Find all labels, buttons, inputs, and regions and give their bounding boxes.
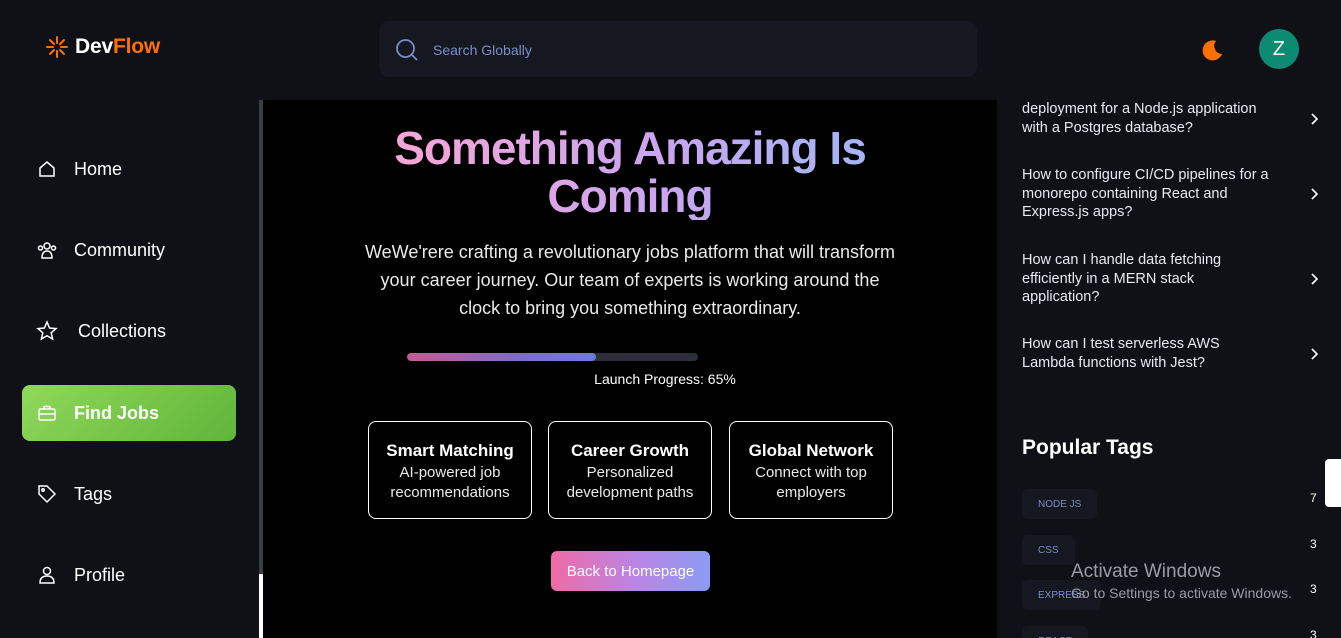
sidebar-item-tags[interactable]: Tags: [22, 466, 236, 522]
feature-title: Career Growth: [570, 441, 690, 460]
page-scroll-handle[interactable]: [1325, 459, 1341, 507]
feature-card-global-network: Global Network Connect with top employer…: [729, 421, 893, 519]
star-icon: [36, 320, 58, 342]
hero-description: WeWe'rere crafting a revolutionary jobs …: [365, 242, 895, 318]
feature-card-career-growth: Career Growth Personalized development p…: [548, 421, 712, 519]
hero-title: Something Amazing Is Coming: [263, 124, 997, 220]
feature-card-smart-matching: Smart Matching AI-powered job recommenda…: [368, 421, 532, 519]
feature-title: Global Network: [748, 441, 874, 460]
tag-count: 3: [1310, 537, 1317, 551]
global-search: [379, 21, 977, 77]
tag-count: 3: [1310, 628, 1317, 638]
popular-tags-title: Popular Tags: [1022, 436, 1154, 459]
hero-title-line2: Coming: [547, 170, 713, 222]
feature-title: Smart Matching: [386, 441, 514, 460]
chevron-right-icon: [1311, 188, 1319, 200]
left-sidebar: Home Community Collections Find Jobs Tag…: [0, 100, 260, 638]
feature-description: Personalized development paths: [566, 464, 694, 501]
main-content: Something Amazing Is Coming WeWe'rere cr…: [263, 100, 997, 638]
sidebar-item-label: Community: [74, 239, 166, 260]
tag-count: 3: [1310, 582, 1317, 596]
hot-question-text: How can I test serverless AWS Lambda fun…: [1022, 336, 1220, 371]
sidebar-item-profile[interactable]: Profile: [22, 547, 236, 603]
user-icon: [36, 564, 58, 586]
logo[interactable]: Dev Flow: [45, 35, 160, 59]
moon-icon[interactable]: [1200, 37, 1226, 63]
chevron-right-icon: [1311, 112, 1319, 125]
top-header: DevFlow Z: [0, 0, 1341, 100]
sidebar-item-find-jobs[interactable]: Find Jobs: [22, 385, 236, 441]
hot-question-item[interactable]: How can I handle data fetching efficient…: [1022, 251, 1322, 307]
right-sidebar: deployment for a Node.js application wit…: [997, 100, 1341, 638]
logo-burst-icon: [46, 36, 68, 58]
launch-progress-fill: [407, 353, 597, 361]
search-icon: [396, 39, 418, 61]
search-input[interactable]: [433, 39, 953, 61]
feature-description: AI-powered job recommendations: [390, 464, 510, 501]
launch-progress-bar: [407, 353, 698, 361]
sidebar-item-home[interactable]: Home: [22, 141, 236, 197]
hot-question-text: How to configure CI/CD pipelines for a m…: [1022, 167, 1269, 220]
launch-progress-label: Launch Progress: 65%: [594, 371, 736, 387]
hot-question-text: deployment for a Node.js application wit…: [1022, 101, 1257, 136]
feature-description: Connect with top employers: [755, 464, 867, 501]
chevron-right-icon: [1311, 347, 1319, 360]
briefcase-icon: [36, 402, 58, 424]
tag-chip[interactable]: REACT: [1022, 626, 1088, 638]
tag-chip[interactable]: NODE JS: [1022, 489, 1098, 519]
logo-text-flow: Flow: [112, 35, 160, 58]
tag-chip[interactable]: CSS: [1022, 535, 1075, 565]
hero-title-line1: Something Amazing Is: [394, 122, 866, 174]
hot-question-item[interactable]: deployment for a Node.js application wit…: [1022, 100, 1322, 137]
avatar[interactable]: Z: [1259, 29, 1299, 69]
sidebar-item-community[interactable]: Community: [22, 222, 236, 278]
users-icon: [36, 239, 58, 261]
tag-count: 7: [1310, 491, 1317, 505]
logo-text-dev: Dev: [75, 35, 113, 58]
sidebar-item-label: Tags: [74, 483, 113, 504]
tag-icon: [36, 483, 58, 505]
sidebar-item-collections[interactable]: Collections: [22, 303, 236, 359]
back-to-homepage-button[interactable]: Back to Homepage: [551, 551, 710, 591]
home-icon: [36, 158, 58, 180]
chevron-right-icon: [1311, 273, 1319, 285]
hot-question-item[interactable]: How can I test serverless AWS Lambda fun…: [1022, 335, 1322, 372]
activate-windows-subtitle: Go to Settings to activate Windows.: [1071, 585, 1292, 601]
activate-windows-title: Activate Windows: [1071, 561, 1221, 582]
sidebar-item-label: Find Jobs: [74, 402, 159, 423]
sidebar-item-label: Home: [74, 158, 123, 179]
sidebar-item-label: Profile: [74, 564, 126, 585]
hot-question-text: How can I handle data fetching efficient…: [1022, 252, 1222, 305]
hot-question-item[interactable]: How to configure CI/CD pipelines for a m…: [1022, 166, 1322, 222]
sidebar-item-label: Collections: [78, 320, 167, 341]
